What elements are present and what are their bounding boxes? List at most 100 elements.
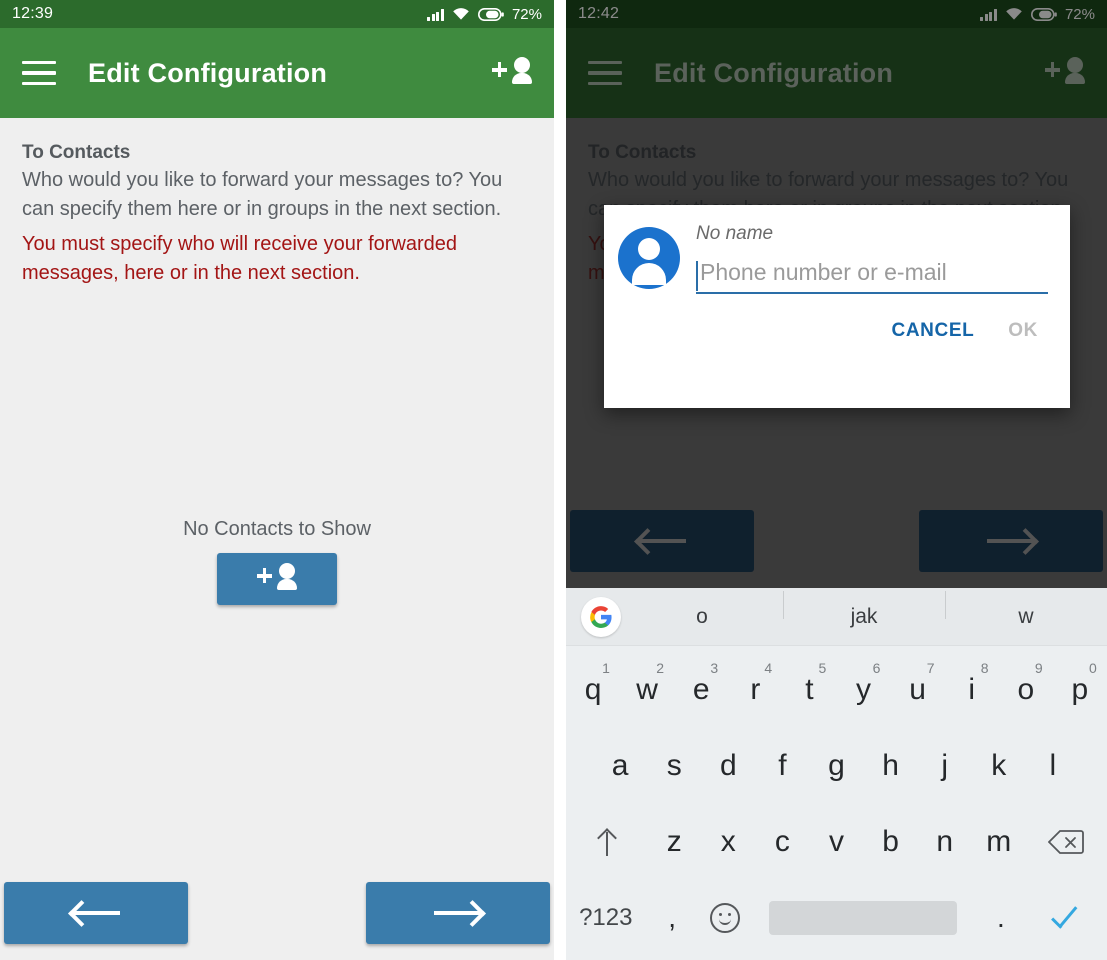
key-w[interactable]: w2 bbox=[620, 652, 674, 728]
checkmark-enter-icon bbox=[1050, 905, 1084, 931]
battery-icon bbox=[477, 7, 504, 21]
app-bar: Edit Configuration bbox=[0, 28, 554, 118]
keyboard-row-4: ?123 , . bbox=[566, 880, 1107, 956]
period-key[interactable]: . bbox=[974, 880, 1027, 956]
google-g-icon[interactable] bbox=[581, 596, 621, 637]
key-v[interactable]: v bbox=[809, 804, 863, 880]
key-alt-number: 1 bbox=[602, 660, 610, 676]
person-add-icon[interactable] bbox=[492, 53, 532, 93]
key-d[interactable]: d bbox=[701, 728, 755, 804]
person-avatar-icon bbox=[618, 227, 680, 289]
key-j[interactable]: j bbox=[918, 728, 972, 804]
keyboard-row-3: z x c v b n m bbox=[566, 804, 1107, 880]
screenshot-stage: 12:39 72% Edit Configuration To Contacts… bbox=[0, 0, 1107, 960]
person-add-icon bbox=[257, 559, 297, 599]
empty-state: No Contacts to Show bbox=[0, 518, 554, 605]
section-title: To Contacts bbox=[22, 142, 131, 163]
key-a[interactable]: a bbox=[593, 728, 647, 804]
key-h[interactable]: h bbox=[864, 728, 918, 804]
comma-key[interactable]: , bbox=[646, 880, 699, 956]
key-alt-number: 9 bbox=[1034, 660, 1043, 676]
on-screen-keyboard: o jak w q1 w2 e3 r4 t5 y6 u7 i8 o9 p0 a … bbox=[566, 588, 1107, 960]
status-bar-time: 12:39 bbox=[12, 5, 54, 22]
empty-state-text: No Contacts to Show bbox=[183, 518, 371, 540]
left-phone-panel: 12:39 72% Edit Configuration To Contacts… bbox=[0, 0, 554, 960]
backspace-key[interactable] bbox=[1026, 804, 1107, 880]
key-label: o bbox=[1017, 673, 1035, 706]
dialog-body: No name Phone number or e-mail bbox=[604, 205, 1070, 294]
key-alt-number: 0 bbox=[1088, 660, 1097, 676]
emoji-key[interactable] bbox=[699, 880, 752, 956]
key-alt-number: 4 bbox=[764, 660, 773, 676]
key-x[interactable]: x bbox=[701, 804, 755, 880]
keyboard-row-2: a s d f g h j k l bbox=[566, 728, 1107, 804]
key-c[interactable]: c bbox=[755, 804, 809, 880]
key-b[interactable]: b bbox=[864, 804, 918, 880]
key-l[interactable]: l bbox=[1026, 728, 1080, 804]
panel-divider bbox=[554, 0, 566, 960]
add-contact-dialog: No name Phone number or e-mail CANCEL OK bbox=[604, 205, 1070, 408]
symbols-key[interactable]: ?123 bbox=[566, 880, 646, 956]
keyboard-row-1: q1 w2 e3 r4 t5 y6 u7 i8 o9 p0 bbox=[566, 652, 1107, 728]
contact-input-wrapper[interactable]: Phone number or e-mail bbox=[696, 259, 1048, 294]
key-z[interactable]: z bbox=[647, 804, 701, 880]
contact-name-field[interactable]: No name bbox=[696, 223, 1048, 245]
key-y[interactable]: y6 bbox=[836, 652, 890, 728]
key-label: u bbox=[909, 673, 926, 706]
status-bar: 12:39 72% bbox=[0, 0, 554, 28]
bottom-navigation bbox=[0, 882, 554, 960]
add-contact-button[interactable] bbox=[217, 553, 337, 605]
key-n[interactable]: n bbox=[918, 804, 972, 880]
space-key[interactable] bbox=[752, 880, 975, 956]
hamburger-menu-icon[interactable] bbox=[22, 60, 56, 86]
key-p[interactable]: p0 bbox=[1053, 652, 1107, 728]
cancel-button[interactable]: CANCEL bbox=[892, 320, 975, 342]
shift-key[interactable] bbox=[566, 804, 647, 880]
emoji-smiley-icon bbox=[710, 903, 741, 933]
text-cursor bbox=[696, 261, 698, 291]
key-i[interactable]: i8 bbox=[945, 652, 999, 728]
backspace-delete-icon bbox=[1048, 830, 1085, 854]
arrow-left-icon bbox=[68, 898, 124, 928]
keyboard-rows: q1 w2 e3 r4 t5 y6 u7 i8 o9 p0 a s d f g … bbox=[566, 646, 1107, 956]
key-q[interactable]: q1 bbox=[566, 652, 620, 728]
section-warning: You must specify who will receive your f… bbox=[22, 233, 458, 284]
suggestion-2[interactable]: w bbox=[945, 590, 1107, 629]
key-o[interactable]: o9 bbox=[999, 652, 1053, 728]
key-alt-number: 3 bbox=[710, 660, 719, 676]
key-label: y bbox=[856, 673, 872, 706]
battery-percent: 72% bbox=[511, 5, 542, 23]
section-description: Who would you like to forward your messa… bbox=[22, 169, 503, 220]
enter-key[interactable] bbox=[1027, 880, 1107, 956]
key-label: r bbox=[750, 673, 761, 706]
spacebar-surface bbox=[769, 901, 958, 935]
key-e[interactable]: e3 bbox=[674, 652, 728, 728]
key-m[interactable]: m bbox=[972, 804, 1026, 880]
key-r[interactable]: r4 bbox=[728, 652, 782, 728]
dialog-fields: No name Phone number or e-mail bbox=[696, 223, 1048, 294]
phone-or-email-input[interactable]: Phone number or e-mail bbox=[696, 259, 1048, 286]
next-button[interactable] bbox=[366, 882, 550, 944]
key-label: q bbox=[584, 673, 602, 706]
previous-button[interactable] bbox=[4, 882, 188, 944]
key-label: p bbox=[1071, 673, 1089, 706]
key-f[interactable]: f bbox=[755, 728, 809, 804]
key-alt-number: 8 bbox=[980, 660, 989, 676]
key-g[interactable]: g bbox=[809, 728, 863, 804]
key-u[interactable]: u7 bbox=[891, 652, 945, 728]
dialog-actions: CANCEL OK bbox=[604, 294, 1070, 342]
key-alt-number: 6 bbox=[872, 660, 881, 676]
key-label: i bbox=[968, 673, 976, 706]
key-t[interactable]: t5 bbox=[782, 652, 836, 728]
ok-button[interactable]: OK bbox=[1008, 320, 1038, 342]
suggestion-1[interactable]: jak bbox=[783, 590, 945, 629]
key-s[interactable]: s bbox=[647, 728, 701, 804]
key-alt-number: 2 bbox=[656, 660, 665, 676]
page-title: Edit Configuration bbox=[88, 57, 328, 88]
right-phone-panel: 12:42 72% Edit Configuration To Contacts… bbox=[566, 0, 1107, 960]
key-k[interactable]: k bbox=[972, 728, 1026, 804]
wifi-icon bbox=[453, 8, 469, 20]
content-area: To Contacts Who would you like to forwar… bbox=[0, 118, 554, 960]
keyboard-suggestion-bar: o jak w bbox=[566, 588, 1107, 646]
suggestion-0[interactable]: o bbox=[621, 605, 783, 629]
